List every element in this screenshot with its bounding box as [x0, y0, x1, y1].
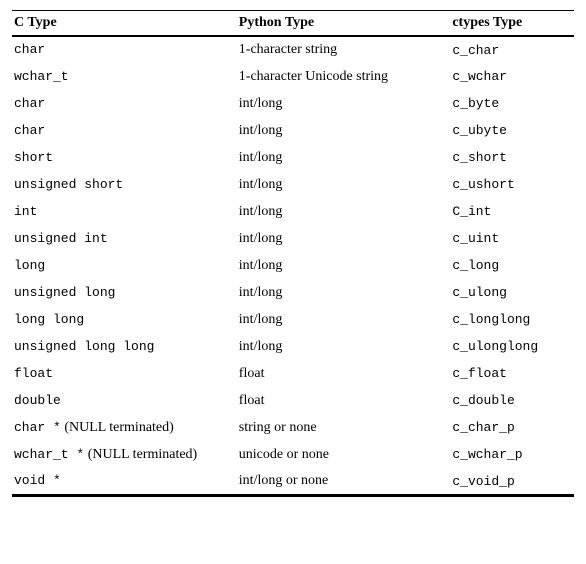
cell-c-type: long long [12, 306, 237, 333]
cell-python-type: int/long [237, 117, 451, 144]
cell-ctypes-type: c_short [450, 144, 574, 171]
c-type-code: int [14, 204, 37, 219]
cell-ctypes-type: C_int [450, 198, 574, 225]
cell-c-type: unsigned int [12, 225, 237, 252]
cell-c-type: unsigned long long [12, 333, 237, 360]
cell-ctypes-type: c_uint [450, 225, 574, 252]
cell-ctypes-type: c_ubyte [450, 117, 574, 144]
table-row: wchar_t 1-character Unicode stringc_wchar [12, 63, 574, 90]
cell-ctypes-type: c_char [450, 36, 574, 63]
table-row: char int/longc_byte [12, 90, 574, 117]
c-type-code: char [14, 42, 45, 57]
cell-python-type: string or none [237, 414, 451, 441]
cell-python-type: 1-character string [237, 36, 451, 63]
header-c-type: C Type [12, 11, 237, 37]
c-type-annotation: (NULL terminated) [61, 420, 174, 435]
table-row: unsigned long int/longc_ulong [12, 279, 574, 306]
cell-c-type: long [12, 252, 237, 279]
table-row: long int/longc_long [12, 252, 574, 279]
cell-ctypes-type: c_float [450, 360, 574, 387]
cell-ctypes-type: c_ulong [450, 279, 574, 306]
cell-ctypes-type: c_ulonglong [450, 333, 574, 360]
cell-ctypes-type: c_longlong [450, 306, 574, 333]
cell-python-type: int/long [237, 198, 451, 225]
cell-c-type: double [12, 387, 237, 414]
cell-c-type: int [12, 198, 237, 225]
cell-c-type: char [12, 36, 237, 63]
cell-python-type: int/long [237, 225, 451, 252]
cell-c-type: short [12, 144, 237, 171]
table-row: char 1-character stringc_char [12, 36, 574, 63]
c-type-code: long [14, 258, 45, 273]
cell-python-type: 1-character Unicode string [237, 63, 451, 90]
cell-python-type: float [237, 387, 451, 414]
cell-python-type: int/long [237, 252, 451, 279]
cell-python-type: unicode or none [237, 441, 451, 468]
table-header-row: C Type Python Type ctypes Type [12, 11, 574, 37]
cell-c-type: void * [12, 468, 237, 496]
cell-c-type: unsigned long [12, 279, 237, 306]
c-type-code: char * [14, 420, 61, 435]
ctypes-mapping-table: C Type Python Type ctypes Type char 1-cha… [12, 10, 574, 497]
cell-python-type: int/long [237, 333, 451, 360]
cell-ctypes-type: c_byte [450, 90, 574, 117]
c-type-code: float [14, 366, 53, 381]
c-type-code: char [14, 123, 45, 138]
c-type-code: long long [14, 312, 84, 327]
cell-python-type: int/long [237, 279, 451, 306]
table-row: floatfloatc_float [12, 360, 574, 387]
cell-ctypes-type: c_char_p [450, 414, 574, 441]
cell-ctypes-type: c_void_p [450, 468, 574, 496]
table-row: unsigned int int/longc_uint [12, 225, 574, 252]
c-type-code: char [14, 96, 45, 111]
cell-ctypes-type: c_ushort [450, 171, 574, 198]
cell-c-type: unsigned short [12, 171, 237, 198]
table-row: wchar_t * (NULL terminated)unicode or no… [12, 441, 574, 468]
cell-python-type: int/long [237, 90, 451, 117]
table-row: char int/longc_ubyte [12, 117, 574, 144]
table-row: unsigned long long int/longc_ulonglong [12, 333, 574, 360]
header-ctypes-type: ctypes Type [450, 11, 574, 37]
c-type-code: double [14, 393, 61, 408]
c-type-code: wchar_t [14, 69, 69, 84]
cell-python-type: int/long or none [237, 468, 451, 496]
table-row: long long int/longc_longlong [12, 306, 574, 333]
c-type-code: short [14, 150, 53, 165]
cell-c-type: float [12, 360, 237, 387]
cell-c-type: char [12, 117, 237, 144]
c-type-annotation: (NULL terminated) [84, 447, 197, 462]
c-type-code: unsigned long [14, 285, 115, 300]
table-row: unsigned short int/longc_ushort [12, 171, 574, 198]
c-type-code: unsigned short [14, 177, 123, 192]
cell-python-type: int/long [237, 306, 451, 333]
cell-c-type: wchar_t * (NULL terminated) [12, 441, 237, 468]
table-row: char * (NULL terminated)string or nonec_… [12, 414, 574, 441]
cell-c-type: wchar_t [12, 63, 237, 90]
cell-ctypes-type: c_wchar_p [450, 441, 574, 468]
c-type-code: void * [14, 473, 61, 488]
table-row: double floatc_double [12, 387, 574, 414]
table-row: void * int/long or nonec_void_p [12, 468, 574, 496]
cell-ctypes-type: c_wchar [450, 63, 574, 90]
c-type-code: unsigned int [14, 231, 108, 246]
table-row: short int/longc_short [12, 144, 574, 171]
cell-ctypes-type: c_long [450, 252, 574, 279]
cell-python-type: int/long [237, 171, 451, 198]
c-type-code: wchar_t * [14, 447, 84, 462]
table-row: int int/longC_int [12, 198, 574, 225]
cell-c-type: char [12, 90, 237, 117]
cell-python-type: float [237, 360, 451, 387]
cell-c-type: char * (NULL terminated) [12, 414, 237, 441]
cell-ctypes-type: c_double [450, 387, 574, 414]
header-python-type: Python Type [237, 11, 451, 37]
cell-python-type: int/long [237, 144, 451, 171]
c-type-code: unsigned long long [14, 339, 154, 354]
